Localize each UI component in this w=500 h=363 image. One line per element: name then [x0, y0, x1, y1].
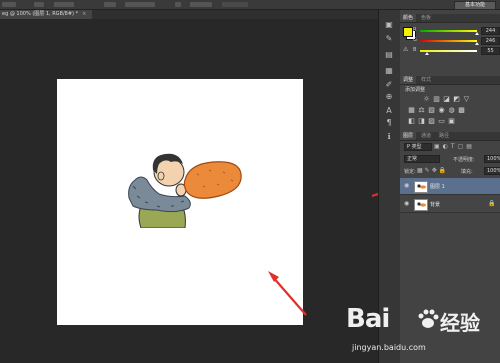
fill-field[interactable]: 100% — [484, 167, 500, 175]
clone-source-icon[interactable]: ⊕ — [384, 92, 394, 101]
actions-icon[interactable]: ▤ — [384, 50, 394, 59]
slider-r-value[interactable]: 244 — [481, 27, 500, 35]
slider-r-knob[interactable] — [475, 32, 479, 35]
watermark: Bai 经验 jingyan.baidu.com — [346, 304, 496, 360]
properties-icon[interactable]: ▦ — [384, 66, 394, 75]
color-lookup-icon[interactable]: ▩ — [458, 107, 465, 114]
selective-color-icon[interactable]: ▣ — [448, 118, 455, 125]
gradient-map-icon[interactable]: ▭ — [438, 118, 445, 125]
blend-mode-select[interactable]: 正常 — [404, 155, 440, 163]
slider-r-track[interactable] — [420, 30, 477, 32]
tab-paths[interactable]: 路径 — [436, 132, 452, 140]
arrowhead-canvas — [268, 271, 279, 282]
slider-b[interactable]: B 55 — [413, 47, 500, 55]
color-balance-icon[interactable]: ⚖ — [418, 107, 425, 114]
layer-thumbnail — [414, 199, 428, 211]
slider-g-knob[interactable] — [475, 42, 479, 45]
eye-icon[interactable]: ◉ — [404, 200, 409, 207]
watermark-url: jingyan.baidu.com — [352, 343, 426, 352]
slider-b-value[interactable]: 55 — [481, 47, 500, 55]
adjust-heading: 添加调整 — [405, 87, 426, 93]
gamut-warning-icon: ⚠ — [403, 46, 409, 53]
layer-name[interactable]: 背景 — [430, 201, 440, 208]
vibrance-icon[interactable]: ▽ — [463, 96, 470, 103]
filter-icons[interactable]: ▣◐T▢▤ — [434, 143, 475, 150]
slider-r[interactable]: R 244 — [413, 27, 500, 35]
slider-g-track[interactable] — [420, 40, 477, 42]
layer-row-selected[interactable]: ◉ 图层 1 — [400, 178, 500, 195]
watermark-brand: Bai — [346, 304, 390, 334]
slider-g[interactable]: G 246 — [413, 37, 500, 45]
paragraph-icon[interactable]: ¶ — [384, 118, 394, 127]
brightness-icon[interactable]: ☼ — [423, 96, 430, 103]
layer-thumb-art — [417, 184, 426, 189]
tab-layers[interactable]: 图层 — [400, 132, 417, 140]
opacity-field[interactable]: 100% — [484, 155, 500, 163]
history-icon[interactable]: ▣ — [384, 20, 394, 29]
layer-filter-select[interactable]: P 类型 — [404, 143, 432, 151]
layer-thumb-art — [417, 202, 426, 207]
tab-channels[interactable]: 通道 — [418, 132, 434, 140]
arrow-canvas — [271, 275, 307, 316]
slider-g-label: G — [413, 37, 417, 43]
tab-color[interactable]: 颜色 — [400, 14, 417, 22]
layer-name[interactable]: 图层 1 — [430, 183, 445, 190]
layer-thumbnail — [414, 181, 428, 193]
tab-swatches[interactable]: 色板 — [418, 14, 434, 22]
adjust-panel-tabs: 调整 样式 — [400, 76, 500, 85]
info-icon[interactable]: ℹ — [384, 132, 394, 141]
layers-panel-tabs: 图层 通道 路径 — [400, 132, 500, 141]
watermark-brand-cn: 经验 — [440, 311, 480, 335]
opacity-label: 不透明度: — [453, 157, 475, 163]
posterize-icon[interactable]: ◨ — [418, 118, 425, 125]
invert-icon[interactable]: ◧ — [408, 118, 415, 125]
bw-icon[interactable]: ▧ — [428, 107, 435, 114]
layer-row[interactable]: ◉ 背景 🔒 — [400, 196, 500, 213]
lock-icons[interactable]: ▦✎✥🔒 — [417, 167, 448, 174]
exposure-icon[interactable]: ◩ — [453, 96, 460, 103]
hue-sat-icon[interactable]: ▦ — [408, 107, 415, 114]
levels-icon[interactable]: ▥ — [433, 96, 440, 103]
lock-label: 锁定: — [404, 169, 416, 175]
photo-filter-icon[interactable]: ◉ — [438, 107, 445, 114]
slider-r-label: R — [413, 27, 417, 33]
tab-styles[interactable]: 样式 — [418, 76, 434, 84]
eye-icon[interactable]: ◉ — [404, 182, 409, 189]
paw-icon — [418, 309, 439, 328]
slider-b-label: B — [413, 47, 417, 53]
curves-icon[interactable]: ◪ — [443, 96, 450, 103]
threshold-icon[interactable]: ▨ — [428, 118, 435, 125]
slider-g-value[interactable]: 246 — [481, 37, 500, 45]
slider-b-knob[interactable] — [425, 52, 429, 55]
channel-mixer-icon[interactable]: ◍ — [448, 107, 455, 114]
brush-preset-icon[interactable]: ✎ — [384, 34, 394, 43]
color-panel-tabs: 颜色 色板 — [400, 14, 500, 23]
character-icon[interactable]: A — [384, 106, 394, 115]
lock-icon: 🔒 — [488, 200, 496, 207]
foreground-color-swatch[interactable] — [403, 27, 413, 37]
brush-icon[interactable]: ✐ — [384, 80, 394, 89]
fill-label: 填充: — [461, 169, 473, 175]
tab-adjustments[interactable]: 调整 — [400, 76, 417, 84]
